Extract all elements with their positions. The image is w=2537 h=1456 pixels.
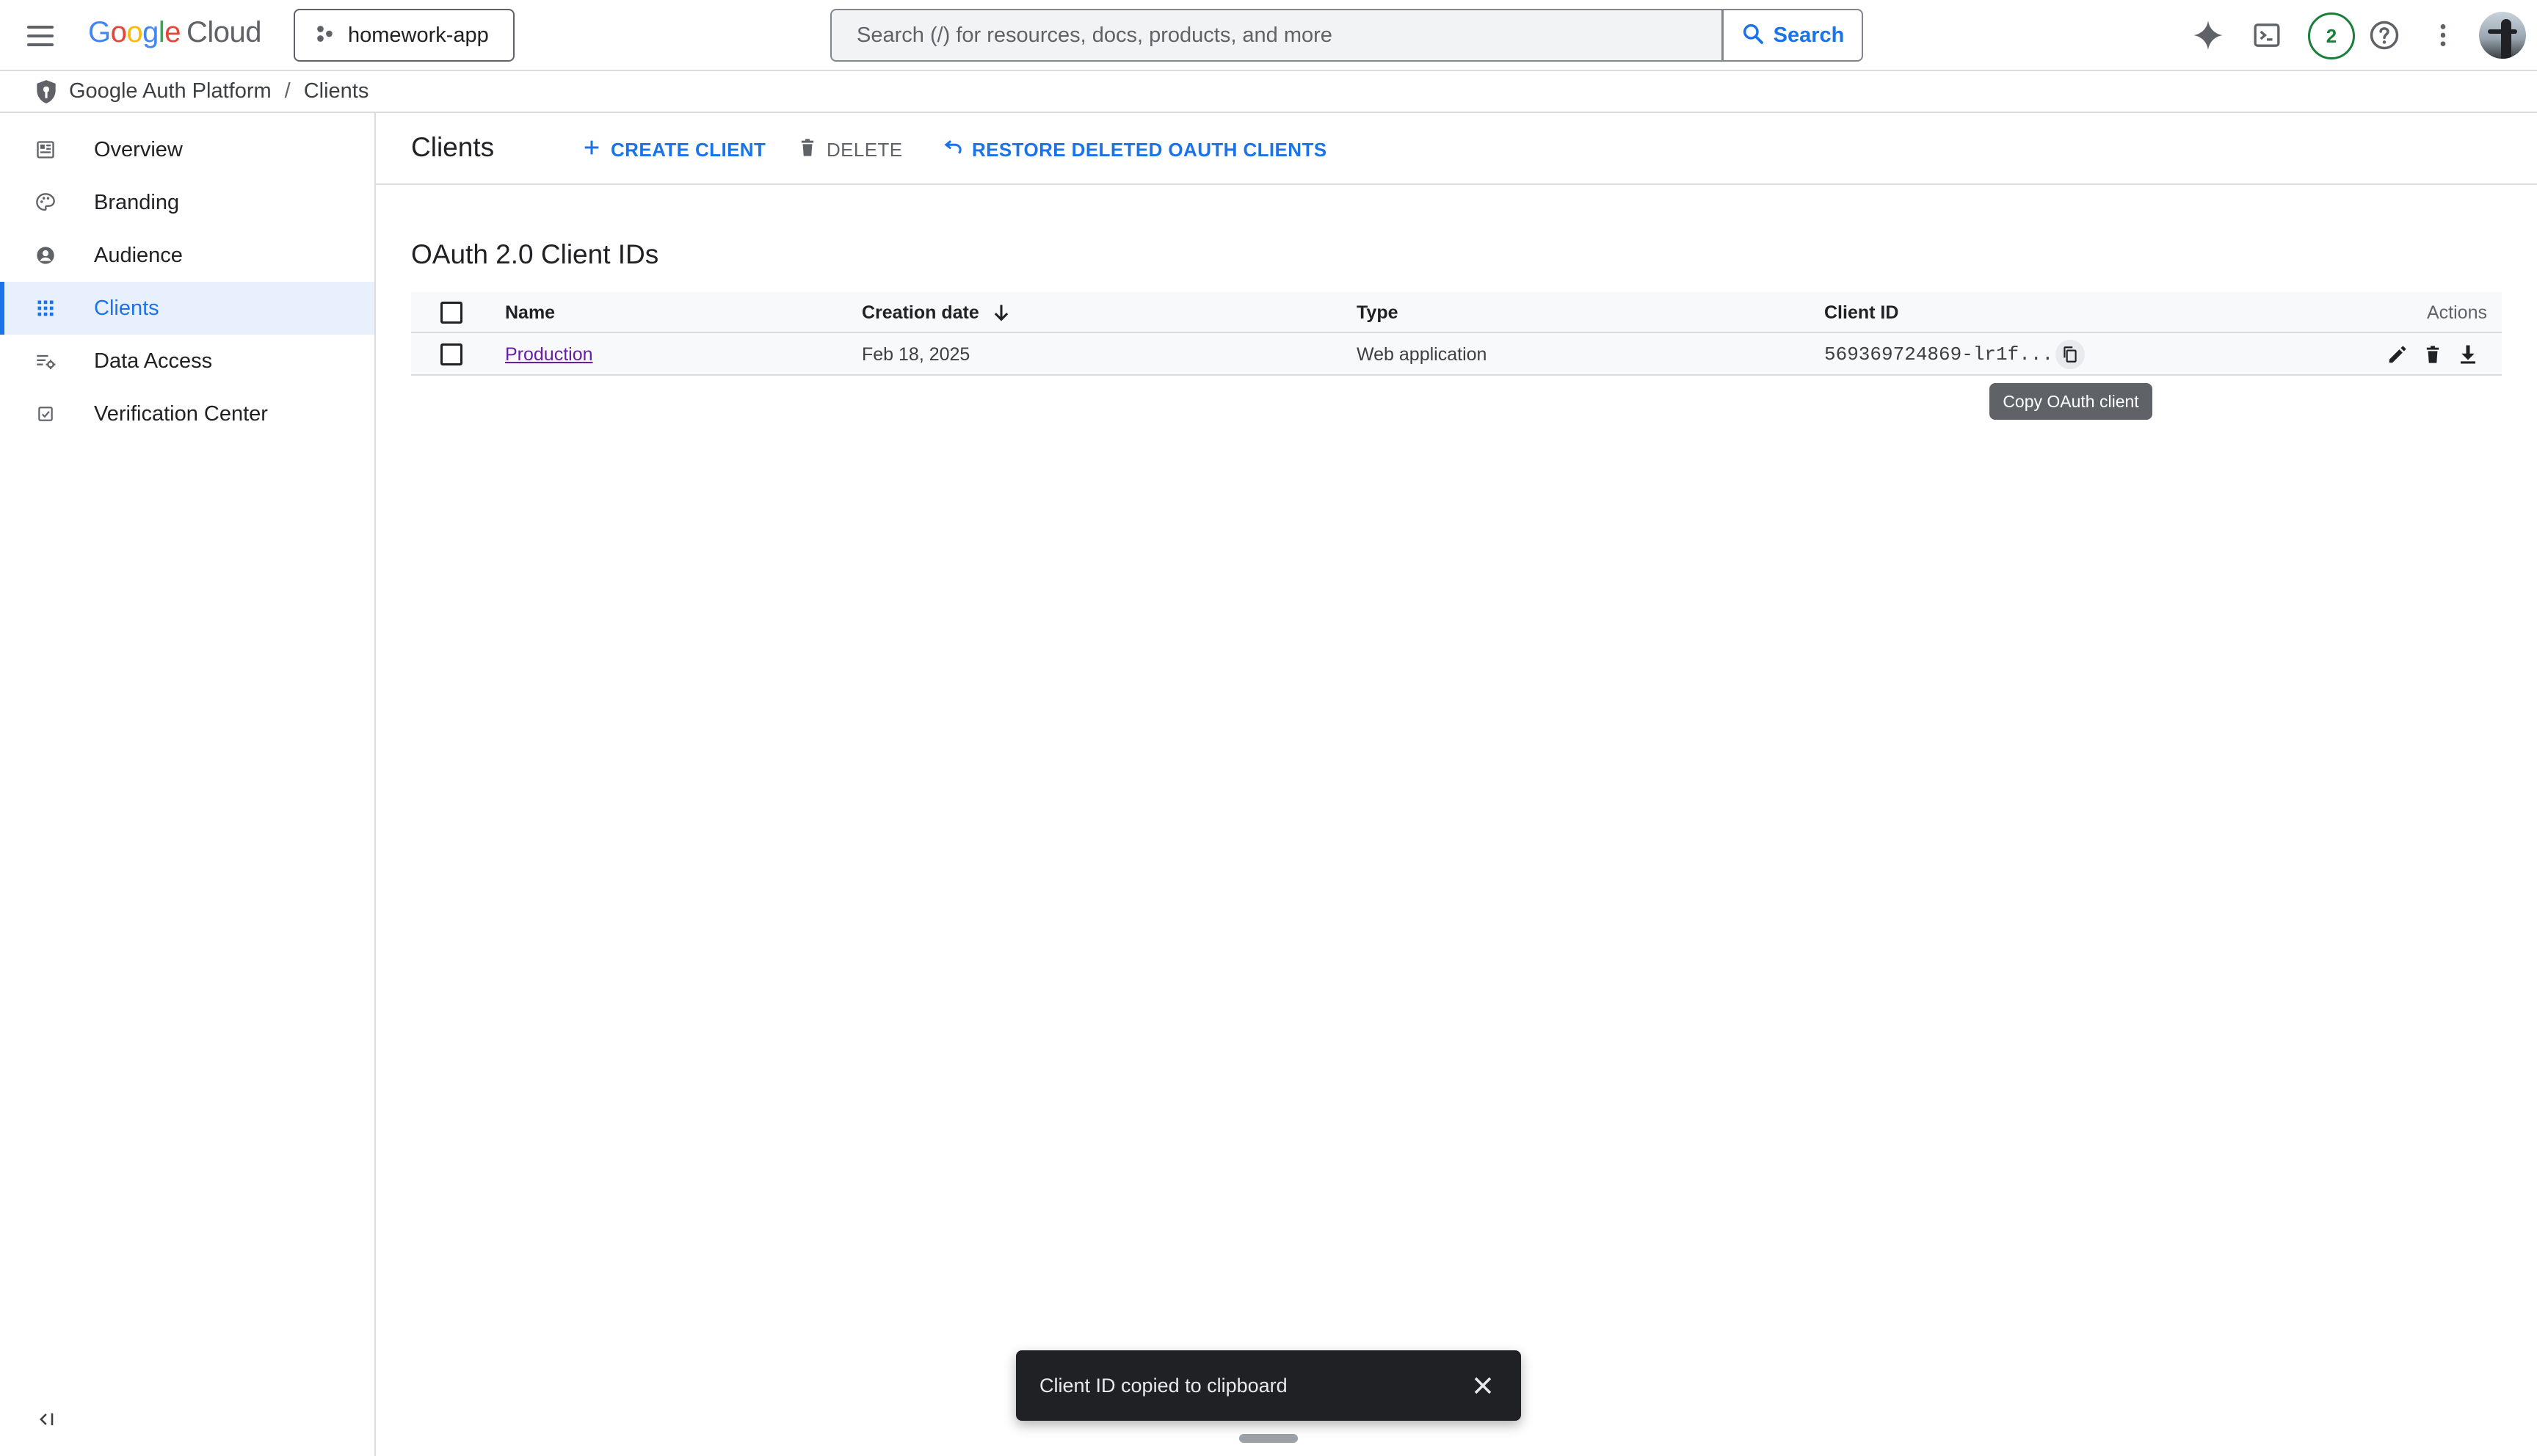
table-row: Production Feb 18, 2025 Web application … — [411, 333, 2502, 376]
trash-icon — [797, 137, 818, 163]
download-icon[interactable] — [2456, 343, 2480, 366]
sidebar-item-label: Data Access — [94, 349, 213, 373]
search-bar — [830, 9, 1723, 62]
select-all-cell — [440, 292, 462, 333]
breadcrumb: Google Auth Platform / Clients — [0, 71, 2537, 113]
delete-icon[interactable] — [2421, 343, 2445, 366]
google-cloud-logo[interactable]: Google Cloud — [88, 16, 262, 54]
menu-icon[interactable] — [22, 18, 59, 54]
sidebar-item-label: Audience — [94, 243, 183, 267]
restore-deleted-clients-button[interactable]: RESTORE DELETED OAUTH CLIENTS — [941, 134, 1327, 166]
account-circle-icon — [35, 245, 56, 266]
client-name-link[interactable]: Production — [505, 344, 593, 365]
search-input[interactable] — [857, 23, 1721, 48]
sidebar-item-branding[interactable]: Branding — [0, 176, 374, 229]
row-checkbox[interactable] — [440, 343, 462, 365]
breadcrumb-separator: / — [284, 79, 291, 103]
add-icon — [581, 137, 602, 163]
sidebar-item-label: Verification Center — [94, 401, 268, 426]
column-header-client-id[interactable]: Client ID — [1824, 292, 1898, 333]
column-header-actions: Actions — [2427, 302, 2487, 323]
breadcrumb-auth-platform[interactable]: Google Auth Platform — [69, 79, 272, 103]
help-icon[interactable] — [2365, 16, 2403, 54]
page-title: Clients — [411, 132, 495, 162]
undo-icon — [941, 136, 963, 164]
snackbar: Client ID copied to clipboard — [1016, 1350, 1521, 1421]
section-title: OAuth 2.0 Client IDs — [411, 239, 659, 269]
sidebar-item-label: Clients — [94, 296, 159, 320]
create-client-label: CREATE CLIENT — [611, 138, 766, 161]
snackbar-message: Client ID copied to clipboard — [1039, 1374, 1288, 1397]
column-header-type[interactable]: Type — [1357, 292, 1398, 333]
delete-button[interactable]: DELETE — [797, 134, 903, 166]
project-icon — [316, 24, 335, 47]
arrow-down-sort-icon — [991, 302, 1012, 323]
project-picker-button[interactable]: homework-app — [294, 9, 515, 62]
type-cell: Web application — [1357, 343, 1487, 365]
apps-grid-icon — [35, 298, 56, 318]
search-button-label: Search — [1773, 23, 1845, 47]
dashboard-icon — [35, 139, 56, 160]
sidebar-item-label: Overview — [94, 137, 183, 161]
sidebar-nav: Overview Branding Audience Clients Data … — [0, 113, 376, 1456]
checklist-icon — [35, 404, 56, 424]
edit-icon[interactable] — [2386, 343, 2409, 366]
bottom-drag-handle[interactable] — [1239, 1434, 1298, 1443]
client-id-cell: 569369724869-lr1f... — [1824, 343, 2054, 365]
sidebar-item-data-access[interactable]: Data Access — [0, 335, 374, 387]
palette-icon — [35, 192, 56, 213]
search-icon — [1741, 22, 1765, 49]
sidebar-item-overview[interactable]: Overview — [0, 123, 374, 176]
more-vert-icon[interactable] — [2424, 16, 2462, 54]
client-name-cell: Production — [505, 333, 593, 376]
page-toolbar: Clients CREATE CLIENT DELETE RESTORE DEL… — [376, 113, 2537, 185]
creation-date-cell: Feb 18, 2025 — [862, 343, 970, 365]
avatar[interactable] — [2479, 12, 2526, 59]
collapse-left-icon[interactable] — [32, 1405, 62, 1434]
row-select-cell — [440, 333, 462, 376]
column-header-creation-date[interactable]: Creation date — [862, 292, 1012, 333]
close-icon[interactable] — [1470, 1372, 1496, 1399]
top-app-bar: GoogleCloud homework-app Search 2 — [0, 0, 2537, 71]
sidebar-item-label: Branding — [94, 190, 180, 214]
search-button[interactable]: Search — [1722, 9, 1863, 62]
main-content: Clients CREATE CLIENT DELETE RESTORE DEL… — [376, 113, 2537, 1456]
table-header-row: Name Creation date Type Client ID Action… — [411, 292, 2502, 333]
data-settings-icon — [35, 351, 56, 371]
sidebar-item-verification-center[interactable]: Verification Center — [0, 387, 374, 440]
select-all-checkbox[interactable] — [440, 302, 462, 324]
column-header-name[interactable]: Name — [505, 292, 555, 333]
create-client-button[interactable]: CREATE CLIENT — [581, 134, 766, 166]
notifications-badge[interactable]: 2 — [2308, 12, 2355, 59]
breadcrumb-clients: Clients — [303, 79, 369, 103]
sidebar-item-clients[interactable]: Clients — [0, 282, 374, 335]
restore-label: RESTORE DELETED OAUTH CLIENTS — [972, 138, 1327, 161]
delete-label: DELETE — [827, 138, 903, 161]
auth-platform-shield-icon — [32, 78, 60, 106]
sidebar-item-audience[interactable]: Audience — [0, 229, 374, 282]
copy-client-tooltip: Copy OAuth client — [1989, 383, 2152, 420]
gemini-sparkle-icon[interactable] — [2189, 16, 2227, 54]
creation-date-header-label: Creation date — [862, 302, 979, 323]
copy-icon[interactable] — [2055, 340, 2085, 369]
cloud-shell-icon[interactable] — [2248, 16, 2286, 54]
project-name: homework-app — [348, 23, 489, 47]
